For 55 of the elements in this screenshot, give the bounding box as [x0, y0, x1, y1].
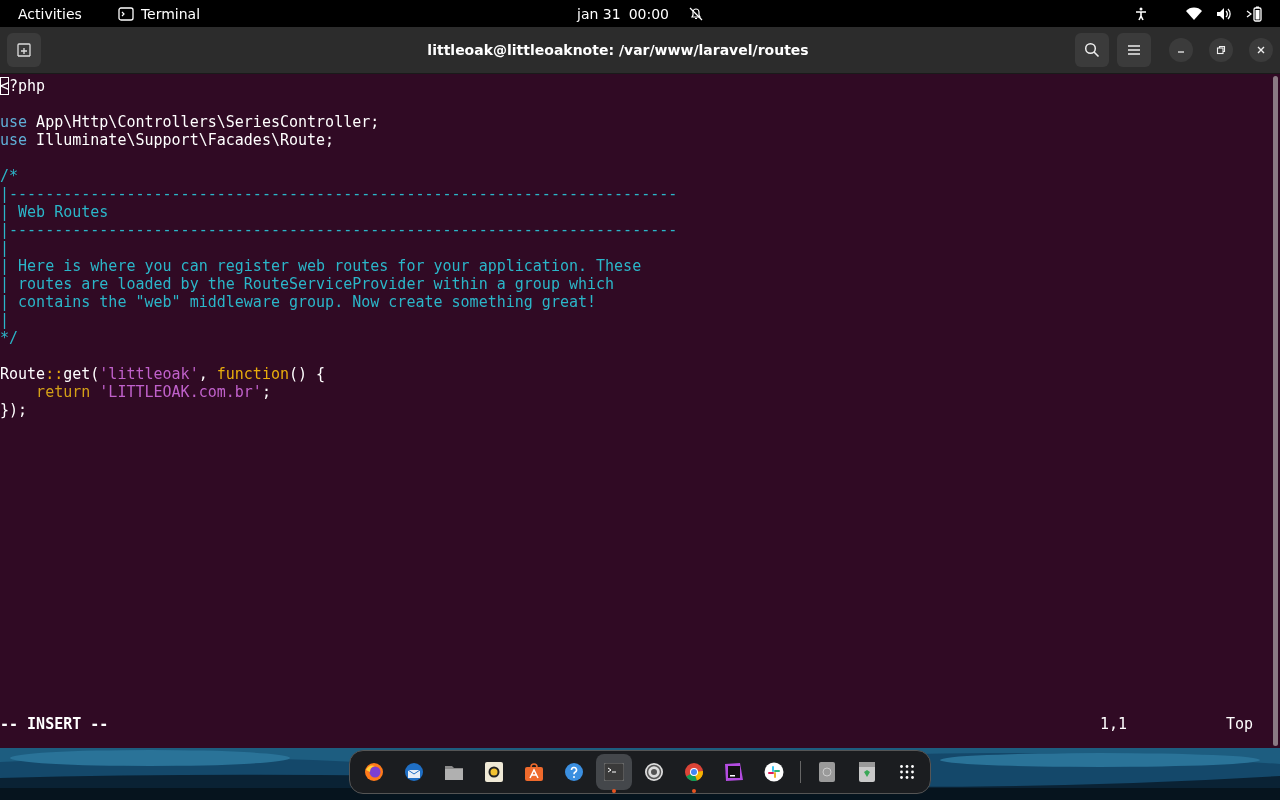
- app-menu-label[interactable]: Terminal: [140, 5, 201, 22]
- code-line: | Web Routes: [0, 203, 109, 221]
- terminal-icon: [117, 6, 134, 21]
- close-button[interactable]: [1249, 38, 1273, 62]
- code-line: });: [0, 401, 28, 419]
- notifications-off-icon: [689, 6, 703, 21]
- code-line: |: [0, 311, 10, 329]
- menu-icon: [1127, 44, 1141, 56]
- scroll-position: Top: [1226, 715, 1255, 733]
- ide-icon: [723, 762, 744, 782]
- speaker-icon: [484, 762, 503, 782]
- code-line: |--------------------------------------------------------------------------: [0, 185, 678, 203]
- code-line: */: [0, 329, 19, 347]
- search-button[interactable]: [1075, 33, 1109, 67]
- terminal-icon: [603, 763, 624, 781]
- code-line: | contains the "web" middleware group. Now create something great!: [0, 293, 597, 311]
- menu-button[interactable]: [1117, 33, 1151, 67]
- help-icon: [563, 762, 584, 782]
- app-grid-icon: [899, 765, 914, 779]
- volume-icon[interactable]: [1216, 6, 1232, 21]
- code-line: | routes are loaded by the RouteServiceProvider within a group which: [0, 275, 615, 293]
- date-label[interactable]: jan 31: [577, 5, 621, 22]
- browser-icon: [683, 762, 704, 782]
- mode-indicator: -- INSERT --: [0, 715, 109, 733]
- dock-separator: [799, 761, 801, 783]
- code-line: <?php: [0, 77, 46, 95]
- code-line: use Illuminate\Support\Facades\Route;: [0, 131, 335, 149]
- accessibility-icon[interactable]: [1134, 6, 1148, 21]
- code-line: use App\Http\Controllers\SeriesController;: [0, 113, 380, 131]
- slack-icon: [763, 762, 784, 782]
- code-line: /*: [0, 167, 19, 185]
- activities-button[interactable]: Activities: [18, 5, 82, 22]
- search-icon: [1084, 42, 1100, 58]
- new-tab-button[interactable]: [7, 33, 41, 67]
- code-line: Route::get('littleoak', function() {: [0, 365, 326, 383]
- folder-icon: [443, 763, 464, 781]
- drive-icon: [818, 762, 835, 782]
- restore-icon: [1216, 45, 1226, 55]
- restore-button[interactable]: [1209, 38, 1233, 62]
- window-title: littleoak@littleoaknote: /var/www/laravel/routes: [426, 42, 810, 58]
- wifi-icon[interactable]: [1186, 7, 1202, 20]
- new-tab-icon: [16, 42, 32, 58]
- disc-icon: [643, 762, 664, 782]
- code-line: |: [0, 239, 10, 257]
- trash-icon: [858, 762, 875, 782]
- cursor-position: 1,1: [1100, 715, 1129, 733]
- scrollbar[interactable]: [1273, 76, 1278, 746]
- shopping-bag-icon: [523, 762, 544, 782]
- battery-icon[interactable]: [1246, 5, 1262, 22]
- code-line: |--------------------------------------------------------------------------: [0, 221, 678, 239]
- clock-label[interactable]: 00:00: [628, 5, 669, 22]
- code-line: | Here is where you can register web routes for your application. These: [0, 257, 642, 275]
- close-icon: [1256, 45, 1266, 55]
- code-line: return 'LITTLEOAK.com.br';: [35, 383, 271, 401]
- minimize-button[interactable]: [1169, 38, 1193, 62]
